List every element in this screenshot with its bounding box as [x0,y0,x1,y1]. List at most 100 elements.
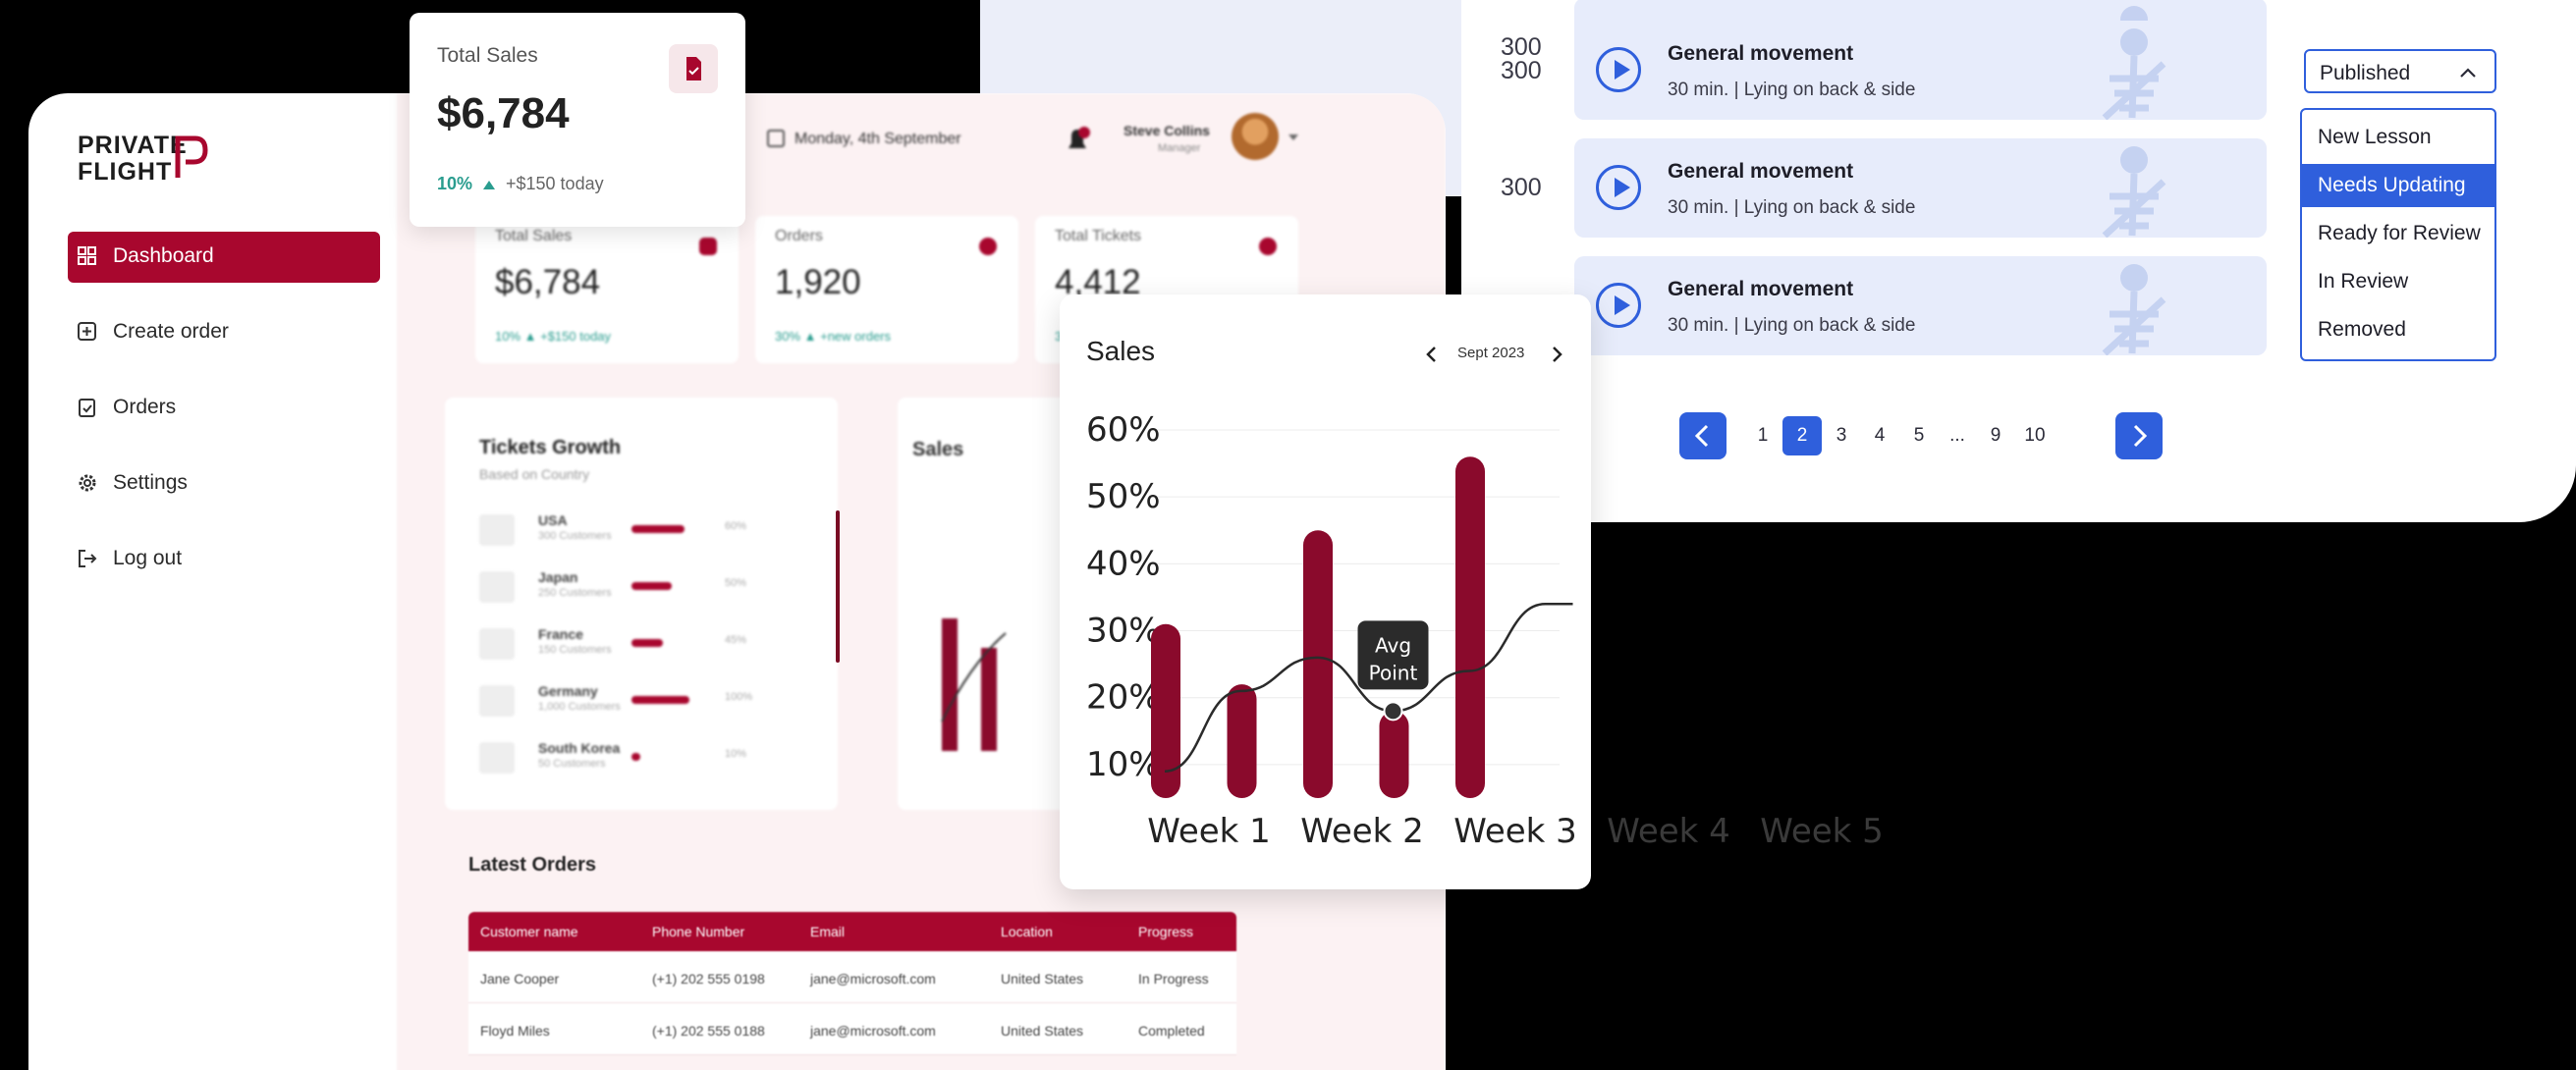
page-4[interactable]: 4 [1860,425,1899,447]
status-option-needs-updating[interactable]: Needs Updating [2302,164,2494,207]
growth-bar [631,639,663,647]
play-icon[interactable] [1596,283,1641,328]
table-cell: jane@microsoft.com [810,1023,936,1039]
table-row[interactable]: Floyd Miles (+1) 202 555 0188 jane@micro… [468,1003,1236,1055]
clipboard-icon [79,399,95,417]
avatar[interactable] [1232,113,1279,160]
status-dropdown-menu: New Lesson Needs Updating Ready for Revi… [2300,108,2496,361]
ticket-icon [1259,238,1277,255]
page-2[interactable]: 2 [1782,416,1822,455]
chevron-left-icon [1694,424,1709,448]
lesson-row[interactable]: 300 General movement 30 min. | Lying on … [1461,21,2267,120]
sidebar-item-orders[interactable]: Orders [68,383,380,434]
chevron-down-icon[interactable] [1288,134,1298,140]
page-9[interactable]: 9 [1976,425,2015,447]
lesson-number: 300 [1501,57,1542,84]
stat-label: Orders [775,228,823,244]
lesson-card[interactable]: General movement 30 min. | Lying on back… [1574,256,2267,355]
table-row[interactable]: Jane Cooper (+1) 202 555 0198 jane@micro… [468,951,1236,1003]
scrollbar[interactable] [836,510,840,663]
chevron-right-icon[interactable] [1548,346,1565,363]
country-count: 50 Customers [538,758,606,770]
x-tick-label: Week 5 [1760,812,1884,851]
background-sales-title: Sales [912,439,964,460]
calendar-icon [767,130,785,147]
table-cell: (+1) 202 555 0188 [652,1023,765,1039]
logout-icon [79,550,97,567]
table-cell: (+1) 202 555 0198 [652,971,765,987]
table-cell: Floyd Miles [480,1023,550,1039]
page-3[interactable]: 3 [1822,425,1861,447]
country-name: Japan [538,569,578,585]
play-icon[interactable] [1596,47,1641,92]
column-header: Location [1001,924,1053,939]
sidebar-item-settings[interactable]: Settings [68,458,380,509]
growth-pct: 10% [725,748,747,760]
brand-mark-icon [175,135,208,178]
growth-pct: 100% [725,691,753,703]
latest-orders-title: Latest Orders [468,854,597,876]
lesson-title: General movement [1668,278,1854,300]
country-name: France [538,626,583,642]
flag-icon [479,514,515,546]
growth-bar [631,753,640,761]
lesson-meta: 30 min. | Lying on back & side [1668,315,1916,336]
sidebar-item-label: Settings [113,471,188,494]
column-header: Progress [1138,924,1194,939]
plus-square-icon [78,322,96,341]
stat-value: 1,920 [775,263,861,301]
tickets-growth-title: Tickets Growth [479,437,622,458]
tickets-growth-subtitle: Based on Country [479,466,590,482]
flag-icon [479,742,515,774]
status-option-removed[interactable]: Removed [2302,308,2494,351]
page-5[interactable]: 5 [1899,425,1939,447]
sidebar-item-log-out[interactable]: Log out [68,534,380,585]
pagination-next-button[interactable] [2115,412,2163,459]
table-cell: jane@microsoft.com [810,971,936,987]
page-10[interactable]: 10 [2015,425,2055,447]
document-icon [699,238,717,255]
country-count: 1,000 Customers [538,701,621,713]
sales-chart-card: Sales Sept 2023 [1060,294,1591,889]
stat-foot: 10% ▲ +$150 today [495,329,612,344]
user-name: Steve Collins [1124,123,1210,138]
lesson-title: General movement [1668,160,1854,183]
sidebar-item-create-order[interactable]: Create order [68,307,380,358]
growth-pct: 50% [725,577,747,589]
status-select-value: Published [2320,62,2411,84]
bell-icon[interactable] [1065,127,1090,154]
lesson-title: General movement [1668,42,1854,65]
sidebar-item-dashboard[interactable]: Dashboard [68,232,380,283]
tickets-growth-row: Germany 1,000 Customers 100% [479,681,803,721]
grid-icon [78,246,96,265]
chevron-left-icon[interactable] [1423,346,1441,363]
table-cell: United States [1001,1023,1084,1039]
stat-foot: 30% ▲ +new orders [775,329,892,344]
trend-up-icon [483,181,495,189]
chevron-right-icon [2133,424,2148,448]
tickets-growth-row: France 150 Customers 45% [479,624,803,664]
gear-icon [79,474,96,492]
lesson-card[interactable]: General movement 30 min. | Lying on back… [1574,138,2267,238]
skeleton-illustration-icon [2102,264,2166,355]
column-header: Email [810,924,846,939]
column-header: Phone Number [652,924,745,939]
lesson-row[interactable]: 300 General movement 30 min. | Lying on … [1461,138,2267,238]
page-1[interactable]: 1 [1743,425,1782,447]
status-option-ready-for-review[interactable]: Ready for Review [2302,212,2494,255]
total-sales-pct: 10% [437,174,473,193]
page-ellipsis: ... [1949,425,1965,446]
lesson-card[interactable]: General movement 30 min. | Lying on back… [1574,21,2267,120]
country-count: 150 Customers [538,644,612,656]
skeleton-illustration-icon [2102,146,2166,238]
status-select[interactable]: Published [2304,49,2496,93]
status-option-new-lesson[interactable]: New Lesson [2302,116,2494,159]
growth-pct: 45% [725,634,747,646]
pagination-prev-button[interactable] [1679,412,1726,459]
brand-line-1: PRIVATE [78,132,188,159]
status-option-in-review[interactable]: In Review [2302,260,2494,303]
sidebar-item-label: Dashboard [113,244,214,267]
sidebar-item-label: Orders [113,396,177,418]
stat-card-total-sales: Total Sales $6,784 10% ▲ +$150 today [475,216,739,363]
play-icon[interactable] [1596,165,1641,210]
